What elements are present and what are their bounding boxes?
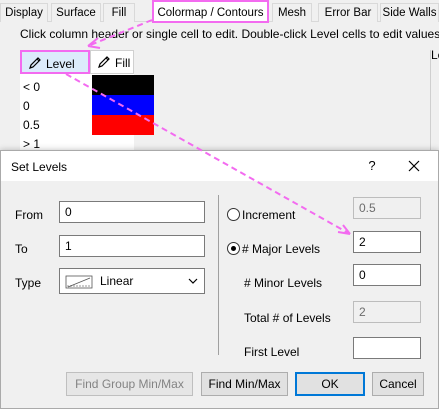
find-group-min-max-button: Find Group Min/Max xyxy=(66,372,193,396)
vertical-separator xyxy=(218,195,219,355)
fill-column-header[interactable]: Fill xyxy=(90,50,134,74)
fill-swatch-red[interactable] xyxy=(92,115,154,135)
level-cell[interactable]: 0 xyxy=(23,99,30,113)
first-level-label: First Level xyxy=(244,345,300,359)
help-button[interactable]: ? xyxy=(361,156,383,176)
right-panel-fragment: Le xyxy=(430,48,439,150)
to-label: To xyxy=(15,242,28,256)
type-select-value: Linear xyxy=(100,274,134,288)
close-icon[interactable] xyxy=(401,155,427,177)
minor-levels-label: # Minor Levels xyxy=(244,276,323,290)
type-label: Type xyxy=(15,276,42,290)
dialog-title: Set Levels xyxy=(11,160,68,174)
tab-colormap-contours[interactable]: Colormap / Contours xyxy=(152,0,269,23)
level-header-label: Level xyxy=(46,57,75,71)
dialog-titlebar: Set Levels ? xyxy=(1,151,438,181)
pencil-icon xyxy=(29,57,41,69)
tab-surface[interactable]: Surface xyxy=(51,3,101,22)
tab-error-bar[interactable]: Error Bar xyxy=(318,3,378,22)
level-cell[interactable]: < 0 xyxy=(23,80,40,94)
tab-mesh[interactable]: Mesh xyxy=(272,3,312,22)
level-cell[interactable]: > 1 xyxy=(23,137,40,151)
fill-header-label: Fill xyxy=(115,56,131,70)
major-levels-radio[interactable] xyxy=(227,242,240,255)
tab-side-walls[interactable]: Side Walls xyxy=(380,3,439,22)
fill-swatch-blue[interactable] xyxy=(92,95,154,115)
find-min-max-button[interactable]: Find Min/Max xyxy=(201,372,288,396)
minor-levels-input[interactable]: 0 xyxy=(353,264,421,286)
tab-display[interactable]: Display xyxy=(0,3,48,22)
tab-fill[interactable]: Fill xyxy=(103,3,135,22)
from-input[interactable]: 0 xyxy=(59,201,205,223)
set-levels-dialog: Set Levels ? From 0 To 1 Type Linear Inc… xyxy=(0,150,439,409)
increment-label: Increment xyxy=(242,208,296,222)
cancel-button[interactable]: Cancel xyxy=(372,372,424,396)
level-cell[interactable]: 0.5 xyxy=(23,118,40,132)
increment-input[interactable]: 0.5 xyxy=(353,197,421,219)
to-input[interactable]: 1 xyxy=(59,235,205,257)
tab-strip: Display Surface Fill Colormap / Contours… xyxy=(0,0,439,23)
right-panel-label: Le xyxy=(431,48,439,62)
type-select[interactable]: Linear xyxy=(59,268,205,294)
first-level-input[interactable] xyxy=(353,337,421,359)
increment-radio[interactable] xyxy=(227,208,240,221)
chevron-down-icon xyxy=(188,278,198,284)
pencil-icon xyxy=(98,56,110,68)
instruction-text: Click column header or single cell to ed… xyxy=(20,27,439,41)
linear-scale-icon xyxy=(65,275,93,289)
major-levels-input[interactable]: 2 xyxy=(353,231,421,253)
levels-grid: Level Fill < 0 0 0.5 > 1 xyxy=(20,50,154,151)
level-column-header[interactable]: Level xyxy=(20,50,90,74)
major-levels-label: # Major Levels xyxy=(242,242,321,256)
total-levels-label: Total # of Levels xyxy=(244,311,331,325)
fill-swatch-black[interactable] xyxy=(92,75,154,95)
from-label: From xyxy=(15,208,43,222)
ok-button[interactable]: OK xyxy=(295,372,365,396)
total-levels-input: 2 xyxy=(353,301,421,323)
